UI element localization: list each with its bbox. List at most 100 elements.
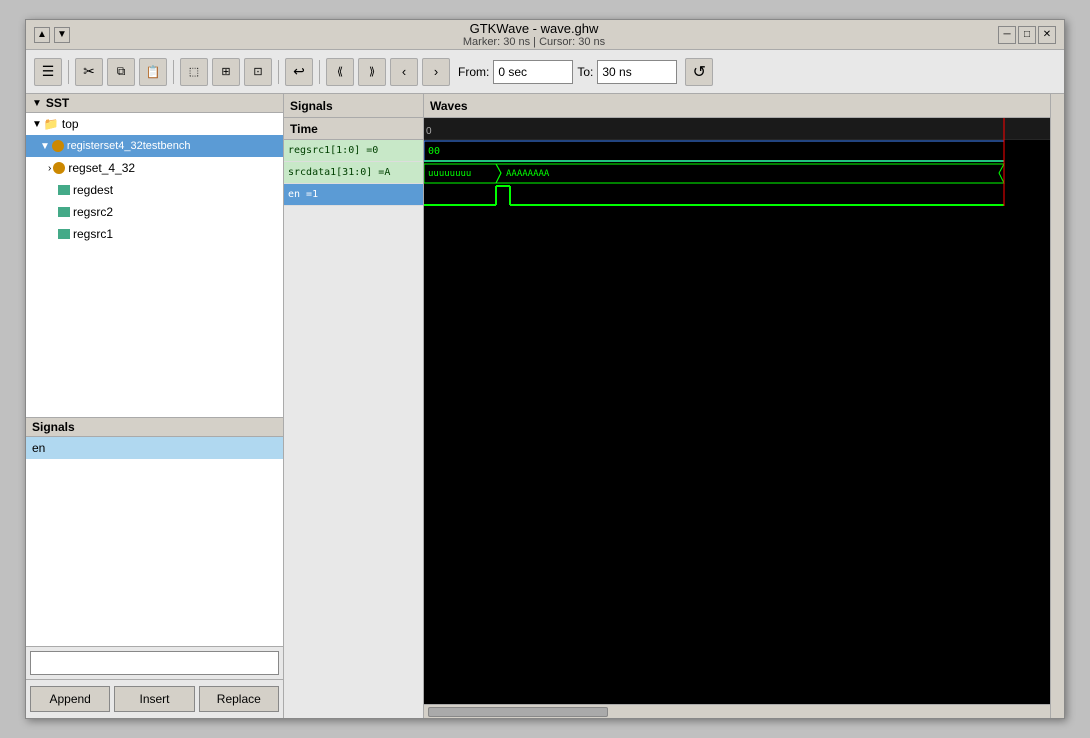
copy-icon: ⧉ — [117, 64, 126, 79]
signal-icon-regdest — [58, 185, 70, 195]
waves-canvas[interactable]: 0 00 uuuuuuuu — [424, 118, 1050, 704]
signal-rows: Time regsrc1[1:0] =0 srcdata1[31:0] =A e… — [284, 118, 423, 718]
signals-col-label: Signals — [290, 99, 333, 113]
append-button[interactable]: Append — [30, 686, 110, 712]
up-arrow-btn[interactable]: ▲ — [34, 27, 50, 43]
down-arrow-btn[interactable]: ▼ — [54, 27, 70, 43]
svg-text:uuuuuuuu: uuuuuuuu — [428, 169, 471, 179]
expand-icon-2: ▼ — [40, 141, 50, 152]
title-center: GTKWave - wave.ghw Marker: 30 ns | Curso… — [70, 21, 998, 48]
from-label: From: — [458, 65, 489, 79]
tree-label-registerset: registerset4_32testbench — [67, 140, 191, 152]
tree-label-regsrc1: regsrc1 — [73, 227, 113, 241]
search-bar: 🔍 — [26, 646, 283, 679]
title-controls: ─ □ ✕ — [998, 26, 1056, 44]
time-header: Time — [284, 118, 423, 140]
paste-icon: 📋 — [146, 65, 161, 79]
signals-list: en — [26, 437, 283, 646]
signals-item-en[interactable]: en — [26, 437, 283, 459]
title-bar-left: ▲ ▼ — [34, 27, 70, 43]
sst-header: ▼ SST — [26, 94, 283, 113]
tree-item-regset[interactable]: › regset_4_32 — [26, 157, 283, 179]
left-panel: ▼ SST ▼ 📁 top ▼ registerset4_32testbench — [26, 94, 284, 718]
sst-tree: ▼ 📁 top ▼ registerset4_32testbench › — [26, 113, 283, 417]
signals-col-header: Signals — [284, 94, 423, 118]
zoom-fit-btn[interactable]: ⊞ — [212, 58, 240, 86]
tree-item-registerset[interactable]: ▼ registerset4_32testbench — [26, 135, 283, 157]
signals-header: Signals — [26, 418, 283, 437]
signals-label: Signals — [32, 420, 75, 434]
h-scrollbar-thumb[interactable] — [428, 707, 608, 717]
cut-icon: ✂ — [83, 63, 95, 80]
title-bar: ▲ ▼ GTKWave - wave.ghw Marker: 30 ns | C… — [26, 20, 1064, 50]
svg-text:00: 00 — [428, 146, 440, 157]
search-input[interactable] — [30, 651, 279, 675]
svg-text:0: 0 — [426, 126, 432, 137]
refresh-btn[interactable]: ↺ — [685, 58, 713, 86]
tree-label-regdest: regdest — [73, 183, 113, 197]
tree-item-regsrc1[interactable]: regsrc1 — [26, 223, 283, 245]
toolbar-sep-1 — [68, 60, 69, 84]
insert-button[interactable]: Insert — [114, 686, 194, 712]
search-wrapper: 🔍 — [30, 651, 279, 675]
module-icon-regset — [53, 162, 65, 174]
undo-btn[interactable]: ↩ — [285, 58, 313, 86]
paste-btn[interactable]: 📋 — [139, 58, 167, 86]
expand-icon: ▼ — [32, 119, 42, 130]
signals-column: Signals Time regsrc1[1:0] =0 srcdata1[31… — [284, 94, 424, 718]
first-btn[interactable]: ⟪ — [326, 58, 354, 86]
minimize-btn[interactable]: ─ — [998, 26, 1016, 44]
first-icon: ⟪ — [337, 65, 343, 78]
zoom-select-icon: ⊡ — [253, 65, 262, 78]
signal-icon-regsrc2 — [58, 207, 70, 217]
select-all-btn[interactable]: ⬚ — [180, 58, 208, 86]
time-label: Time — [290, 122, 318, 136]
from-input[interactable] — [493, 60, 573, 84]
cut-btn[interactable]: ✂ — [75, 58, 103, 86]
sst-collapse-icon[interactable]: ▼ — [32, 98, 42, 109]
to-label: To: — [577, 65, 593, 79]
tree-item-top[interactable]: ▼ 📁 top — [26, 113, 283, 135]
back-btn[interactable]: ‹ — [390, 58, 418, 86]
signal-row-srcdata1: srcdata1[31:0] =A — [284, 162, 423, 184]
fast-fwd-btn[interactable]: ⟫ — [358, 58, 386, 86]
toolbar-sep-3 — [278, 60, 279, 84]
right-area: Signals Time regsrc1[1:0] =0 srcdata1[31… — [284, 94, 1064, 718]
replace-button[interactable]: Replace — [199, 686, 279, 712]
refresh-icon: ↺ — [693, 62, 706, 82]
signal-row-en: en =1 — [284, 184, 423, 206]
window-subtitle: Marker: 30 ns | Cursor: 30 ns — [463, 36, 605, 48]
back-icon: ‹ — [402, 64, 406, 79]
waves-outer: Waves 0 00 — [424, 94, 1050, 718]
toolbar: ☰ ✂ ⧉ 📋 ⬚ ⊞ ⊡ ↩ ⟪ ⟫ — [26, 50, 1064, 94]
copy-btn[interactable]: ⧉ — [107, 58, 135, 86]
module-icon-registerset — [52, 140, 64, 152]
sst-section: ▼ SST ▼ 📁 top ▼ registerset4_32testbench — [26, 94, 283, 418]
to-input[interactable] — [597, 60, 677, 84]
main-window: ▲ ▼ GTKWave - wave.ghw Marker: 30 ns | C… — [25, 19, 1065, 719]
signal-icon-regsrc1 — [58, 229, 70, 239]
tree-label-top: top — [62, 117, 79, 131]
maximize-btn[interactable]: □ — [1018, 26, 1036, 44]
zoom-fit-icon: ⊞ — [221, 65, 230, 78]
zoom-select-btn[interactable]: ⊡ — [244, 58, 272, 86]
window-title: GTKWave - wave.ghw — [470, 21, 599, 36]
from-to-group: From: To: — [458, 60, 677, 84]
v-scrollbar[interactable] — [1050, 94, 1064, 718]
tree-item-regsrc2[interactable]: regsrc2 — [26, 201, 283, 223]
menu-btn[interactable]: ☰ — [34, 58, 62, 86]
tree-item-regdest[interactable]: regdest — [26, 179, 283, 201]
waves-svg: 0 00 uuuuuuuu — [424, 118, 1050, 704]
toolbar-sep-2 — [173, 60, 174, 84]
h-scrollbar[interactable] — [424, 704, 1050, 718]
expand-icon-3: › — [48, 163, 51, 174]
forward-btn[interactable]: › — [422, 58, 450, 86]
fast-fwd-icon: ⟫ — [369, 65, 375, 78]
bottom-buttons: Append Insert Replace — [26, 679, 283, 718]
waves-label: Waves — [430, 99, 468, 113]
close-btn[interactable]: ✕ — [1038, 26, 1056, 44]
forward-icon: › — [434, 64, 438, 79]
waves-header: Waves — [424, 94, 1050, 118]
menu-icon: ☰ — [42, 63, 55, 80]
select-all-icon: ⬚ — [189, 65, 199, 78]
